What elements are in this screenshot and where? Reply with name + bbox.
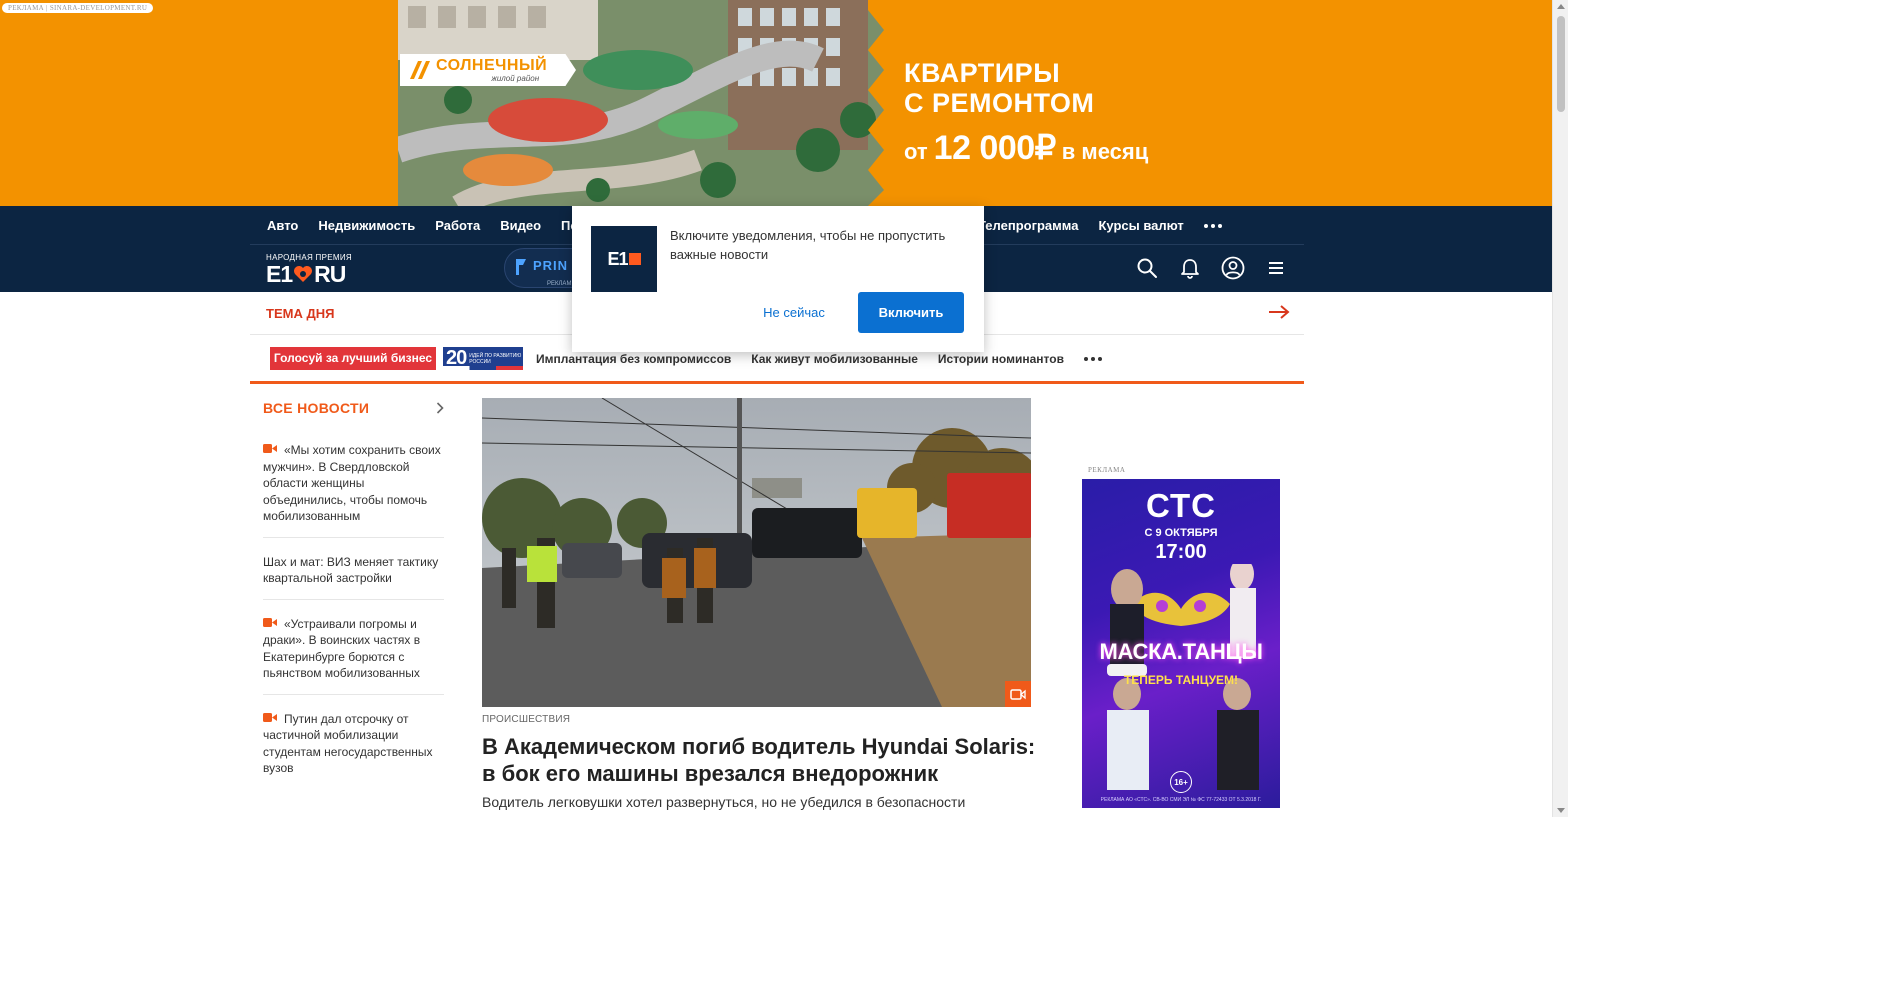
ad-tagline: ТЕПЕРЬ ТАНЦУЕМ!: [1123, 673, 1239, 687]
banner-illustration: [398, 0, 888, 206]
flag-stripe: [443, 366, 523, 370]
heart-icon: [294, 266, 313, 282]
news-item-text: Шах и мат: ВИЗ меняет тактику квартально…: [263, 554, 439, 586]
more-tags-icon[interactable]: [1083, 356, 1102, 361]
user-icon[interactable]: [1221, 256, 1245, 280]
more-nav-icon[interactable]: [1203, 223, 1222, 228]
enable-notifications-button[interactable]: Включить: [858, 292, 964, 333]
popup-message: Включите уведомления, чтобы не пропустит…: [670, 228, 946, 262]
top-ad-banner[interactable]: РЕКЛАМА | SINARA-DEVELOPMENT.RU СОЛНЕЧНЫ…: [0, 0, 1552, 206]
theme-link[interactable]: Истории номинантов: [938, 352, 1064, 366]
dot: [1203, 223, 1208, 228]
nav-item[interactable]: Недвижимость: [318, 218, 415, 233]
dot: [1097, 356, 1102, 361]
header-ad-text: PRIN: [533, 258, 569, 273]
site-logo[interactable]: НАРОДНАЯ ПРЕМИЯ E1 RU: [266, 253, 352, 286]
nav-item[interactable]: Телепрограмма: [978, 218, 1078, 233]
dot: [1090, 356, 1095, 361]
arrow-right-icon[interactable]: [1268, 304, 1290, 320]
news-item-text: Путин дал отсрочку от частичной мобилиза…: [263, 711, 433, 776]
scroll-up-icon[interactable]: [1557, 4, 1565, 9]
age-rating-badge: 16+: [1170, 771, 1192, 793]
video-camera-icon: [263, 444, 277, 453]
menu-icon[interactable]: [1265, 257, 1287, 279]
nav-item[interactable]: Работа: [435, 218, 480, 233]
logo-ru: RU: [314, 261, 346, 287]
sun-logo-icon: [410, 61, 430, 79]
chevron-right-icon[interactable]: [436, 402, 444, 414]
vote-business-tag[interactable]: Голосуй за лучший бизнес: [270, 347, 436, 370]
theme-link[interactable]: Имплантация без компромиссов: [536, 352, 731, 366]
nav-right-group: Телепрограмма Курсы валют: [978, 206, 1222, 245]
search-icon[interactable]: [1136, 257, 1158, 279]
ideas-badge[interactable]: 20 ИДЕЙ ПО РАЗВИТИЮ РОССИИ: [443, 347, 523, 370]
news-list: «Мы хотим сохранить своих мужчин». В Све…: [263, 442, 444, 789]
ad-legal-text: РЕКЛАМА АО «СТС». СВ-ВО СМИ ЭЛ № ФС 77-7…: [1100, 797, 1262, 803]
banner-price: от 12 000₽ в месяц: [904, 128, 1148, 168]
news-item-text: «Устраивали погромы и драки». В воинских…: [263, 616, 421, 681]
news-item[interactable]: Путин дал отсрочку от частичной мобилиза…: [263, 711, 444, 789]
news-item[interactable]: «Устраивали погромы и драки». В воинских…: [263, 616, 444, 695]
popup-logo-text: E1: [607, 248, 628, 269]
ad-time: 17:00: [1155, 541, 1207, 563]
nav-item[interactable]: Авто: [267, 218, 298, 233]
news-item-text: «Мы хотим сохранить своих мужчин». В Све…: [263, 443, 441, 523]
nav-item[interactable]: Курсы валют: [1098, 218, 1183, 233]
price-value: 12 000₽: [933, 129, 1057, 167]
banner-headline-line2: С РЕМОНТОМ: [904, 88, 1095, 118]
ideas-badge-text: ИДЕЙ ПО РАЗВИТИЮ РОССИИ: [469, 352, 522, 365]
article-headline[interactable]: В Академическом погиб водитель Hyundai S…: [482, 733, 1042, 787]
theme-link[interactable]: Как живут мобилизованные: [751, 352, 918, 366]
ad-date: С 9 ОКТЯБРЯ: [1144, 527, 1218, 539]
ad-label: РЕКЛАМА | SINARA-DEVELOPMENT.RU: [2, 3, 154, 13]
scroll-down-icon[interactable]: [1557, 808, 1565, 813]
dot: [1083, 356, 1088, 361]
news-item[interactable]: «Мы хотим сохранить своих мужчин». В Све…: [263, 442, 444, 538]
banner-headline-line1: КВАРТИРЫ: [904, 58, 1061, 88]
logo-e1: E1: [266, 261, 293, 287]
video-camera-icon: [263, 712, 277, 722]
news-item[interactable]: Шах и мат: ВИЗ меняет тактику квартально…: [263, 554, 444, 600]
price-prefix: от: [904, 139, 928, 164]
notification-popup: E1 Включите уведомления, чтобы не пропус…: [572, 206, 984, 352]
popup-logo-square-icon: [628, 253, 641, 265]
brand-name: СОЛНЕЧНЫЙ: [436, 56, 548, 74]
brand-subtitle: жилой район: [491, 73, 540, 83]
right-ad-banner[interactable]: СТС С 9 ОКТЯБРЯ 17:00 МАСКА.ТАНЦЫ ТЕПЕРЬ…: [1082, 479, 1280, 808]
prin-logo-icon: [516, 259, 526, 275]
bell-icon[interactable]: [1179, 257, 1201, 279]
right-ad-label: РЕКЛАМА: [1088, 466, 1126, 474]
nav-left-group: АвтоНедвижимостьРаботаВидеоПочта: [267, 206, 599, 245]
all-news-title[interactable]: ВСЕ НОВОСТИ: [263, 400, 369, 416]
not-now-button[interactable]: Не сейчас: [754, 302, 834, 324]
article-rubric[interactable]: ПРОИСШЕСТВИЯ: [482, 714, 570, 725]
article-photo[interactable]: [482, 398, 1031, 707]
channel-logo: СТС: [1146, 487, 1216, 524]
all-news-header[interactable]: ВСЕ НОВОСТИ: [263, 398, 444, 418]
video-camera-icon: [263, 617, 277, 627]
nav-item[interactable]: Видео: [500, 218, 541, 233]
header-ad[interactable]: PRIN РЕКЛАМ: [504, 248, 574, 288]
news-feed: ВСЕ НОВОСТИ «Мы хотим сохранить своих му…: [263, 398, 444, 805]
banner-headline: КВАРТИРЫ С РЕМОНТОМ: [904, 58, 1094, 118]
dot: [1217, 223, 1222, 228]
price-suffix: в месяц: [1061, 139, 1149, 164]
video-camera-icon: [1005, 681, 1031, 707]
dot: [1210, 223, 1215, 228]
article-lead: Водитель легковушки хотел развернуться, …: [482, 794, 966, 810]
brand-logo: СОЛНЕЧНЫЙ жилой район: [400, 54, 576, 86]
page-scrollbar[interactable]: [1552, 0, 1568, 817]
theme-label: ТЕМА ДНЯ: [266, 306, 335, 321]
scrollbar-thumb[interactable]: [1557, 16, 1565, 112]
orange-divider: [250, 381, 1304, 384]
ad-show-title: МАСКА.ТАНЦЫ: [1099, 639, 1263, 664]
popup-logo: E1: [591, 226, 657, 292]
header-ad-label: РЕКЛАМ: [547, 281, 572, 287]
